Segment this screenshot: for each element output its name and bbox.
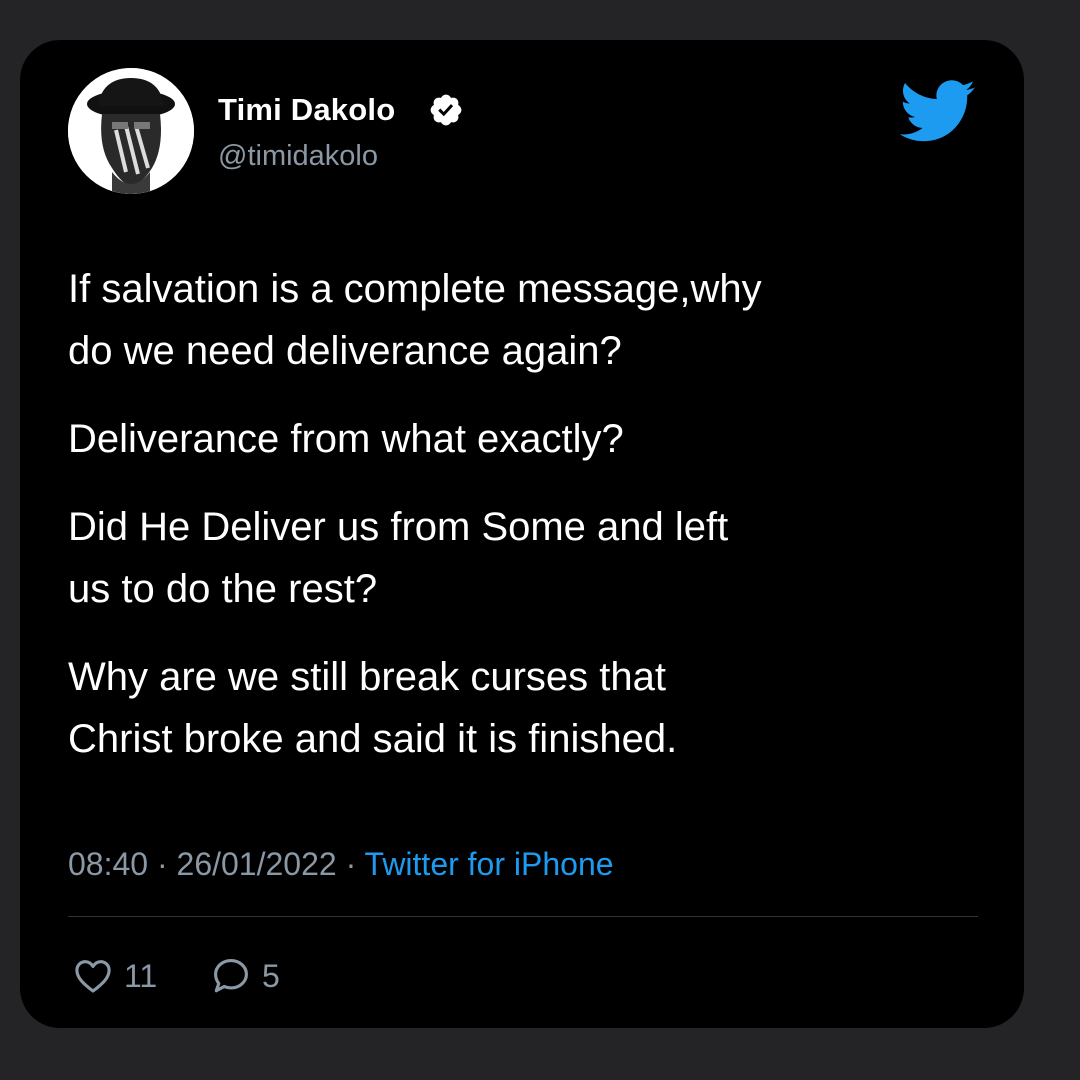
tweet-metadata: 08:40 · 26/01/2022 · Twitter for iPhone [68, 846, 614, 883]
tweet-time[interactable]: 08:40 [68, 846, 148, 882]
tweet-paragraph: Did He Deliver us from Some and left us … [68, 505, 729, 611]
speech-bubble-icon [214, 959, 248, 993]
tweet-text: If salvation is a complete message,why d… [68, 258, 988, 796]
verified-badge-icon [428, 92, 464, 128]
handle[interactable]: @timidakolo [218, 140, 378, 173]
tweet-card: Timi Dakolo @timidakolo If salvation is … [20, 40, 1024, 1028]
heart-icon [75, 960, 111, 993]
reply-count: 5 [262, 957, 280, 994]
avatar[interactable] [68, 68, 194, 194]
tweet-paragraph: Why are we still break curses that Chris… [68, 655, 678, 761]
separator-dot: · [345, 846, 365, 882]
separator-dot: · [156, 846, 177, 882]
reply-button[interactable]: 5 [210, 952, 280, 1000]
tweet-paragraph: If salvation is a complete message,why d… [68, 267, 762, 373]
tweet-paragraph: Deliverance from what exactly? [68, 417, 624, 461]
display-name[interactable]: Timi Dakolo [218, 92, 395, 128]
tweet-date[interactable]: 26/01/2022 [177, 846, 337, 882]
divider [68, 916, 978, 917]
like-button[interactable]: 11 [72, 952, 157, 1000]
twitter-bird-icon [899, 80, 976, 142]
tweet-source-link[interactable]: Twitter for iPhone [365, 846, 614, 882]
like-count: 11 [124, 957, 158, 994]
